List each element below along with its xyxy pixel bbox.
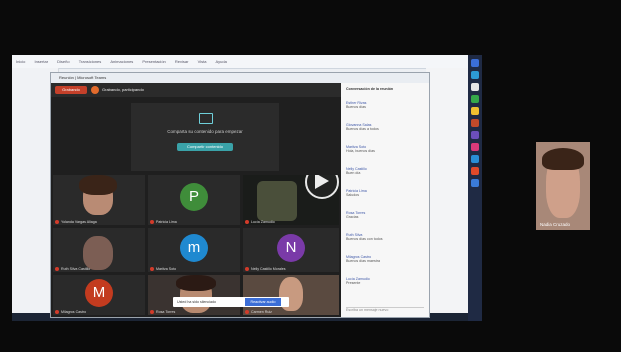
participant-name: Nelly Castillo Morales (245, 267, 286, 271)
ribbon-bar: Inicio Insertar Diseño Transiciones Anim… (12, 55, 482, 69)
hair (176, 275, 216, 291)
word-icon[interactable] (471, 59, 479, 67)
participant-name: Maritza Soto (150, 267, 176, 271)
mic-off-icon (245, 267, 249, 271)
participant-tile[interactable]: P Patricia Lima (148, 175, 240, 225)
presenter-hair (542, 148, 584, 170)
ribbon-tab[interactable]: Presentación (138, 55, 169, 68)
participant-name: Lucía Zamudio (245, 220, 275, 224)
participant-tile[interactable]: Carmen Ruiz (243, 275, 339, 315)
presenter-video: Nadia Cruzado (536, 142, 590, 230)
chrome-icon[interactable] (471, 167, 479, 175)
chat-message: Maritza Soto Hola, buenos días (346, 145, 375, 153)
participant-name: Patricia Lima (150, 220, 177, 224)
participant-avatar: m (180, 234, 208, 262)
play-icon[interactable] (305, 175, 339, 199)
chat-message: Giovanna Salas Buenos días a todos (346, 123, 379, 131)
notes-icon[interactable] (471, 83, 479, 91)
participant-name: Milagros Castro (55, 310, 86, 314)
participant-tile[interactable]: Yolanda Vargas Aliaga (53, 175, 145, 225)
chat-input[interactable]: Escriba un mensaje nuevo (346, 307, 424, 314)
ribbon-tab[interactable]: Vista (194, 55, 211, 68)
chat-message: Rosa Torres Gracias (346, 211, 366, 219)
participant-tile[interactable]: Ruth Silva Castillo (53, 228, 145, 272)
chat-message: Nelly Castillo Buen día (346, 167, 367, 175)
excel-icon[interactable] (471, 95, 479, 103)
participant-video (257, 181, 297, 221)
mic-off-icon (245, 310, 249, 314)
meeting-window: Reunión | Microsoft Teams Grabando Graba… (50, 72, 430, 318)
mic-off-icon (245, 220, 249, 224)
mic-off-icon (55, 310, 59, 314)
app-dock (468, 55, 482, 321)
screen-share-icon (199, 113, 213, 124)
record-status: Grabando, participando (102, 87, 144, 92)
share-panel: Comparta su contenido para empezar Compa… (131, 103, 279, 171)
record-status-icon (91, 86, 99, 94)
toast-text: Usted ha sido silenciado (177, 300, 216, 304)
participant-tile[interactable]: Rosa Torres (148, 275, 240, 315)
store-icon[interactable] (471, 179, 479, 187)
chat-message: Ruth Silva Buenos días con todos (346, 233, 383, 241)
ribbon-tab[interactable]: Diseño (53, 55, 73, 68)
ribbon-tab[interactable]: Revisar (171, 55, 193, 68)
mic-off-icon (55, 220, 59, 224)
participant-avatar: P (180, 183, 208, 211)
presenter-name: Nadia Cruzado (540, 222, 571, 227)
ribbon-tab[interactable]: Insertar (30, 55, 52, 68)
chat-message: Patricia Lima Saludos (346, 189, 367, 197)
mic-off-icon (55, 267, 59, 271)
mic-off-icon (150, 310, 154, 314)
participant-name: Carmen Ruiz (245, 310, 272, 314)
participant-name: Yolanda Vargas Aliaga (55, 220, 97, 224)
participant-tile[interactable]: N Nelly Castillo Morales (243, 228, 339, 272)
teams-icon[interactable] (471, 131, 479, 139)
participant-video (83, 236, 113, 270)
ribbon-tab[interactable]: Animaciones (106, 55, 137, 68)
share-prompt: Comparta su contenido para empezar (167, 129, 243, 134)
ribbon-tab[interactable]: Ayuda (212, 55, 231, 68)
hair (79, 175, 117, 195)
mic-off-icon (150, 267, 154, 271)
participant-name: Rosa Torres (150, 310, 175, 314)
record-button[interactable]: Grabando (55, 86, 87, 94)
participant-name: Ruth Silva Castillo (55, 267, 90, 271)
ribbon-tab[interactable]: Inicio (12, 55, 29, 68)
chat-title: Conversación de la reunión (346, 87, 394, 91)
participant-avatar: N (277, 234, 305, 262)
ribbon-tab[interactable]: Transiciones (75, 55, 106, 68)
chat-message: Lucía Zamudio Presente (346, 277, 370, 285)
paint-icon[interactable] (471, 143, 479, 151)
participant-tile[interactable]: Lucía Zamudio (243, 175, 339, 225)
edge-icon[interactable] (471, 71, 479, 79)
participant-tile[interactable]: M Milagros Castro (53, 275, 145, 315)
muted-notification: Usted ha sido silenciado Reactivar audio (173, 297, 289, 307)
participant-avatar: M (85, 279, 113, 307)
folder-icon[interactable] (471, 107, 479, 115)
unmute-button[interactable]: Reactivar audio (245, 298, 281, 306)
share-content-button[interactable]: Compartir contenido (177, 143, 233, 151)
side-pane (426, 68, 468, 321)
powerpoint-icon[interactable] (471, 119, 479, 127)
chat-message: Esther Rivas Buenos días (346, 101, 367, 109)
participant-tile[interactable]: m Maritza Soto (148, 228, 240, 272)
mic-off-icon (150, 220, 154, 224)
chat-panel: Conversación de la reunión Esther Rivas B… (341, 83, 429, 317)
window-title: Reunión | Microsoft Teams (51, 73, 429, 83)
chat-message: Milagros Castro Buenos días maestra (346, 255, 380, 263)
mail-icon[interactable] (471, 155, 479, 163)
